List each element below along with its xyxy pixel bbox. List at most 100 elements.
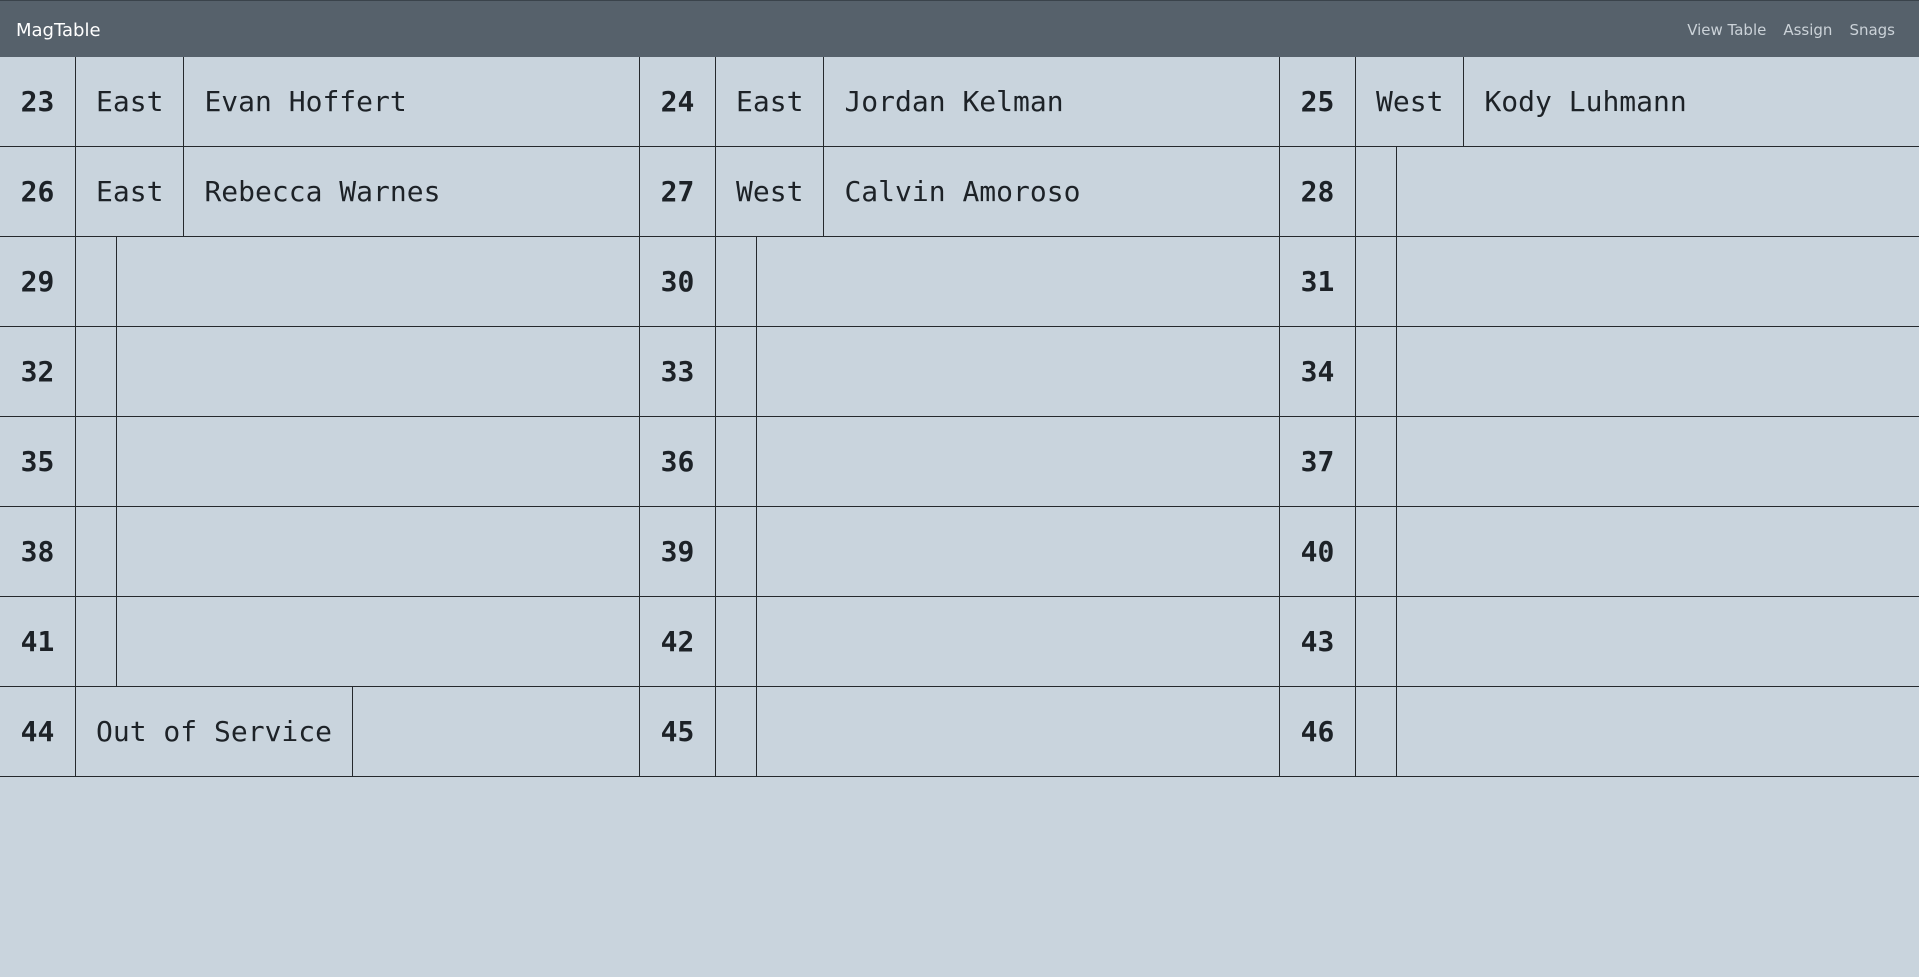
table-region [1356,237,1397,326]
table-grid: 23 East Evan Hoffert 24 East Jordan Kelman 25 W… [0,57,1919,777]
table-cell[interactable]: 33 [640,327,1280,416]
table-region [716,687,757,776]
table-number: 42 [640,597,716,686]
table-cell[interactable]: 29 [0,237,640,326]
table-number: 41 [0,597,76,686]
table-assignee [1397,147,1919,236]
nav-links: View Table Assign Snags [1687,19,1903,39]
table-assignee [757,507,1279,596]
nav-link-view-table[interactable]: View Table [1687,19,1766,39]
table-region [76,237,117,326]
table-row: 38 39 40 [0,507,1919,597]
table-assignee [117,597,639,686]
table-cell[interactable]: 45 [640,687,1280,776]
table-number: 27 [640,147,716,236]
table-region [1356,147,1397,236]
table-region: East [76,57,185,146]
table-region [716,417,757,506]
table-cell[interactable]: 23 East Evan Hoffert [0,57,640,146]
table-assignee [1397,507,1919,596]
table-number: 35 [0,417,76,506]
table-cell[interactable]: 46 [1280,687,1919,776]
table-assignee [757,417,1279,506]
table-row: 41 42 43 [0,597,1919,687]
table-cell[interactable]: 44 Out of Service [0,687,640,776]
table-cell[interactable]: 39 [640,507,1280,596]
table-assignee [757,687,1279,776]
table-region [1356,597,1397,686]
table-number: 30 [640,237,716,326]
table-cell[interactable]: 43 [1280,597,1919,686]
table-cell[interactable]: 32 [0,327,640,416]
table-cell[interactable]: 36 [640,417,1280,506]
table-number: 29 [0,237,76,326]
table-region: West [716,147,825,236]
table-region [76,597,117,686]
table-cell[interactable]: 30 [640,237,1280,326]
table-cell[interactable]: 26 East Rebecca Warnes [0,147,640,236]
table-region: West [1356,57,1465,146]
table-number: 37 [1280,417,1356,506]
table-number: 46 [1280,687,1356,776]
table-row: 23 East Evan Hoffert 24 East Jordan Kelman 25 W… [0,57,1919,147]
table-assignee [353,687,639,776]
table-row: 26 East Rebecca Warnes 27 West Calvin Amoroso… [0,147,1919,237]
table-number: 43 [1280,597,1356,686]
table-number: 34 [1280,327,1356,416]
table-number: 28 [1280,147,1356,236]
table-region [76,507,117,596]
table-assignee [1397,687,1919,776]
table-cell[interactable]: 25 West Kody Luhmann [1280,57,1919,146]
table-cell[interactable]: 31 [1280,237,1919,326]
table-region [1356,507,1397,596]
table-number: 26 [0,147,76,236]
table-cell[interactable]: 40 [1280,507,1919,596]
table-assignee: Evan Hoffert [204,85,407,118]
table-row: 44 Out of Service 45 46 [0,687,1919,777]
table-cell[interactable]: 38 [0,507,640,596]
table-assignee: Rebecca Warnes [204,175,441,208]
table-assignee: Kody Luhmann [1484,85,1687,118]
table-assignee [117,327,639,416]
table-row: 29 30 31 [0,237,1919,327]
table-region [716,597,757,686]
table-number: 39 [640,507,716,596]
table-region [716,237,757,326]
table-region [1356,687,1397,776]
table-number: 25 [1280,57,1356,146]
table-number: 38 [0,507,76,596]
table-assignee: Jordan Kelman [844,85,1064,118]
table-cell[interactable]: 35 [0,417,640,506]
table-region: Out of Service [76,687,354,776]
table-number: 33 [640,327,716,416]
table-cell[interactable]: 24 East Jordan Kelman [640,57,1280,146]
app-title[interactable]: MagTable [16,18,101,41]
table-region [716,507,757,596]
table-region [76,327,117,416]
table-number: 23 [0,57,76,146]
navbar: MagTable View Table Assign Snags [0,0,1919,57]
table-assignee [117,417,639,506]
nav-link-assign[interactable]: Assign [1783,19,1832,39]
table-cell[interactable]: 34 [1280,327,1919,416]
table-assignee [757,597,1279,686]
table-cell[interactable]: 28 [1280,147,1919,236]
table-region: East [716,57,825,146]
table-assignee [757,327,1279,416]
table-number: 45 [640,687,716,776]
table-region [1356,327,1397,416]
table-region [1356,417,1397,506]
table-assignee [1397,417,1919,506]
table-assignee [757,237,1279,326]
table-cell[interactable]: 37 [1280,417,1919,506]
table-region: East [76,147,185,236]
nav-link-snags[interactable]: Snags [1849,19,1895,39]
table-cell[interactable]: 42 [640,597,1280,686]
table-row: 35 36 37 [0,417,1919,507]
table-number: 44 [0,687,76,776]
table-cell[interactable]: 27 West Calvin Amoroso [640,147,1280,236]
table-cell[interactable]: 41 [0,597,640,686]
table-assignee [117,507,639,596]
table-assignee [1397,237,1919,326]
table-number: 31 [1280,237,1356,326]
